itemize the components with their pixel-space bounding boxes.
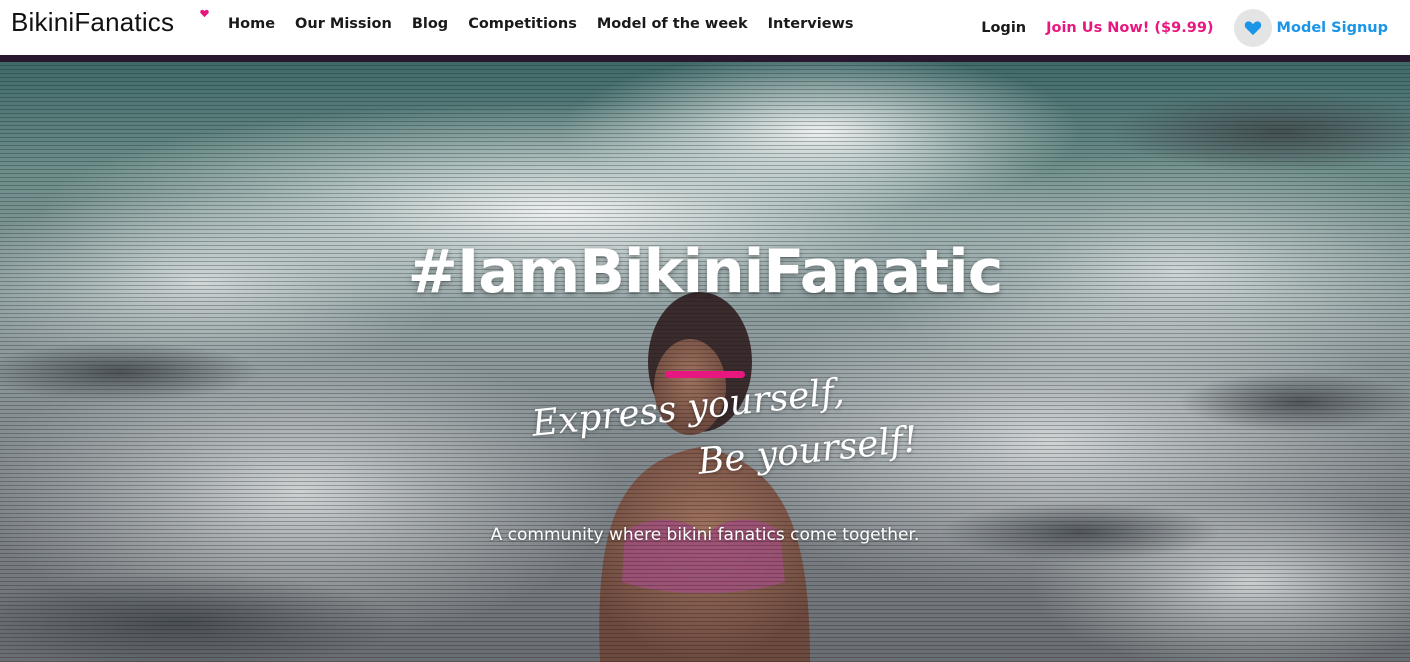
- nav-home[interactable]: Home: [228, 16, 275, 32]
- nav-model-of-the-week[interactable]: Model of the week: [597, 16, 748, 32]
- nav-interviews[interactable]: Interviews: [768, 16, 854, 32]
- join-link[interactable]: Join Us Now! ($9.99): [1046, 20, 1213, 36]
- hero-top-border: [0, 55, 1410, 62]
- site-header: BikiniFanatics Home Our Mission Blog Com…: [0, 0, 1410, 55]
- logo-heart-icon: [200, 9, 209, 18]
- hero-divider: [665, 371, 745, 378]
- nav-blog[interactable]: Blog: [412, 16, 448, 32]
- nav-our-mission[interactable]: Our Mission: [295, 16, 392, 32]
- heart-icon: [1244, 20, 1261, 35]
- hero-subtitle: A community where bikini fanatics come t…: [490, 525, 920, 545]
- heart-icon-badge: [1233, 8, 1272, 47]
- model-signup-button[interactable]: Model Signup: [1233, 8, 1388, 47]
- main-nav: Home Our Mission Blog Competitions Model…: [228, 16, 874, 32]
- login-link[interactable]: Login: [981, 20, 1026, 36]
- account-nav: Login Join Us Now! ($9.99) Model Signup: [981, 0, 1410, 55]
- site-logo[interactable]: BikiniFanatics: [11, 7, 174, 38]
- hero-title: #IamBikiniFanatic: [407, 237, 1004, 307]
- nav-competitions[interactable]: Competitions: [468, 16, 577, 32]
- hero-section: #IamBikiniFanatic Express yourself, Be y…: [0, 62, 1410, 662]
- model-signup-label: Model Signup: [1276, 19, 1388, 36]
- hero-background-video: [0, 62, 1410, 662]
